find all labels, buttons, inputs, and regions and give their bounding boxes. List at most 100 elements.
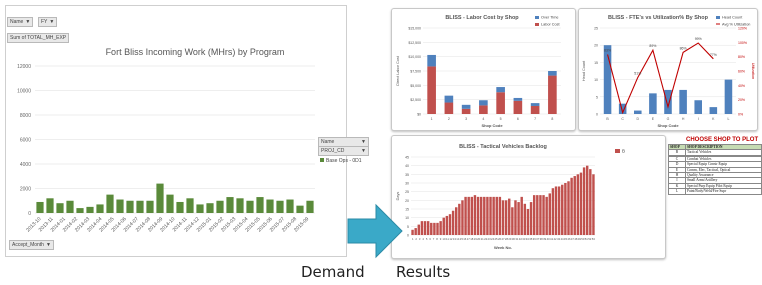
bar-over-time bbox=[496, 87, 505, 93]
x-tick-label: 5 bbox=[426, 237, 428, 241]
y-tick-label: $7,500 bbox=[410, 70, 421, 74]
bar bbox=[489, 196, 492, 235]
filter-fy-label: FY bbox=[41, 19, 48, 25]
y-tick-label: 6000 bbox=[20, 138, 31, 144]
legend-swatch bbox=[716, 16, 720, 19]
y-axis-label: Direct Labor Cost bbox=[396, 55, 400, 85]
bar-head-count bbox=[709, 107, 718, 114]
y2-tick-label: 40% bbox=[738, 84, 745, 88]
bar bbox=[417, 224, 421, 235]
shop-row[interactable]: L Paint/Body/Weld/Fire Supr bbox=[668, 188, 762, 195]
bar bbox=[467, 196, 470, 235]
pivot-bar-chart: Fort Bliss Incoming Work (MHrs) by Progr… bbox=[17, 47, 315, 233]
bar bbox=[573, 176, 576, 235]
x-tick-label: H bbox=[682, 117, 685, 121]
point-label: 86% bbox=[680, 46, 687, 50]
dropdown-icon: ▼ bbox=[361, 148, 366, 154]
bar bbox=[66, 200, 74, 213]
y-tick-label: 12000 bbox=[17, 64, 31, 70]
x-tick-label: L bbox=[727, 117, 729, 121]
point-label: 83% bbox=[604, 49, 611, 53]
legend-swatch bbox=[535, 23, 539, 26]
y-tick-label: 8000 bbox=[20, 113, 31, 119]
y-tick-label: 20 bbox=[594, 44, 598, 48]
bar bbox=[582, 167, 586, 235]
y-tick-label: $12,500 bbox=[408, 41, 421, 45]
y-tick-label: 15 bbox=[594, 61, 598, 65]
bar bbox=[520, 196, 523, 235]
bar-head-count bbox=[664, 89, 672, 114]
bar bbox=[536, 195, 539, 235]
legend-field-value[interactable]: PROJ_CD ▼ bbox=[318, 146, 369, 156]
bar bbox=[579, 172, 583, 235]
x-axis-label: Week No. bbox=[494, 245, 512, 250]
x-tick-label: 4 bbox=[422, 237, 424, 241]
x-axis-label: Shop Code bbox=[481, 123, 503, 128]
bar bbox=[156, 183, 164, 213]
x-tick-label: D bbox=[637, 117, 640, 121]
y-tick-label: 0 bbox=[28, 211, 31, 217]
y-tick-label: 5 bbox=[596, 95, 598, 99]
results-label: Results bbox=[396, 263, 451, 281]
bar bbox=[532, 195, 536, 235]
bar bbox=[461, 200, 464, 235]
y-tick-label: $10,000 bbox=[408, 55, 421, 59]
bar bbox=[96, 204, 104, 213]
bar-labor-cost bbox=[461, 108, 471, 114]
shop-code-cell: L bbox=[668, 188, 686, 195]
x-tick-label: 2 bbox=[415, 237, 417, 241]
bar bbox=[567, 181, 570, 235]
y-tick-label: 45 bbox=[405, 156, 409, 160]
bar bbox=[545, 196, 548, 235]
right-arrow-icon bbox=[347, 203, 403, 259]
bar bbox=[236, 198, 244, 213]
x-tick-label: 5 bbox=[500, 117, 502, 121]
bar bbox=[576, 174, 580, 235]
y-tick-label: 20 bbox=[405, 199, 409, 203]
bar bbox=[542, 195, 545, 235]
bar bbox=[529, 202, 533, 235]
y-tick-label: $0 bbox=[417, 113, 421, 117]
bar-head-count bbox=[694, 100, 702, 114]
bar bbox=[564, 183, 567, 235]
legend-field-name-label: Name bbox=[321, 139, 335, 145]
bar bbox=[286, 199, 294, 213]
backlog-chart: BLISS - Tactical Vehicles Backlog0510152… bbox=[396, 144, 625, 250]
y-tick-label: 10 bbox=[594, 78, 598, 82]
bar bbox=[196, 204, 204, 213]
y2-tick-label: 20% bbox=[738, 98, 745, 102]
bar bbox=[436, 222, 439, 235]
bar bbox=[585, 165, 589, 235]
bar-labor-cost bbox=[548, 75, 557, 114]
bar bbox=[186, 198, 194, 213]
x-tick-label: 7 bbox=[534, 117, 536, 121]
legend-label: Avg % Utilization bbox=[722, 23, 750, 27]
x-tick-label: B bbox=[606, 117, 609, 121]
chart-title: Fort Bliss Incoming Work (MHrs) by Progr… bbox=[106, 47, 285, 57]
bar bbox=[514, 200, 517, 235]
bar bbox=[498, 196, 502, 235]
y2-tick-label: 0% bbox=[738, 113, 743, 117]
bar bbox=[448, 214, 452, 235]
y2-axis-label: Utilization bbox=[751, 63, 755, 79]
filter-name-button[interactable]: Name ▼ bbox=[7, 17, 34, 27]
bar-over-time bbox=[461, 104, 471, 109]
bar bbox=[411, 229, 414, 235]
bar bbox=[589, 169, 592, 235]
y-axis-label: Days bbox=[396, 192, 400, 201]
pivot-legend: Base Ops - 0D1 bbox=[320, 158, 362, 164]
bar bbox=[486, 196, 489, 235]
legend-series-label: Base Ops - 0D1 bbox=[326, 158, 362, 164]
y-tick-label: 10 bbox=[405, 216, 409, 220]
y-tick-label: 2000 bbox=[20, 187, 31, 193]
bar-over-time bbox=[444, 95, 454, 103]
bar-head-count bbox=[649, 93, 657, 114]
x-tick-label: K bbox=[712, 117, 715, 121]
bar bbox=[451, 210, 455, 235]
bar bbox=[414, 228, 417, 235]
filter-fy-button[interactable]: FY ▼ bbox=[38, 17, 58, 27]
shop-description-cell: Paint/Body/Weld/Fire Supr bbox=[685, 188, 762, 195]
bar bbox=[76, 208, 84, 213]
bar bbox=[433, 222, 436, 235]
bar bbox=[166, 194, 174, 213]
